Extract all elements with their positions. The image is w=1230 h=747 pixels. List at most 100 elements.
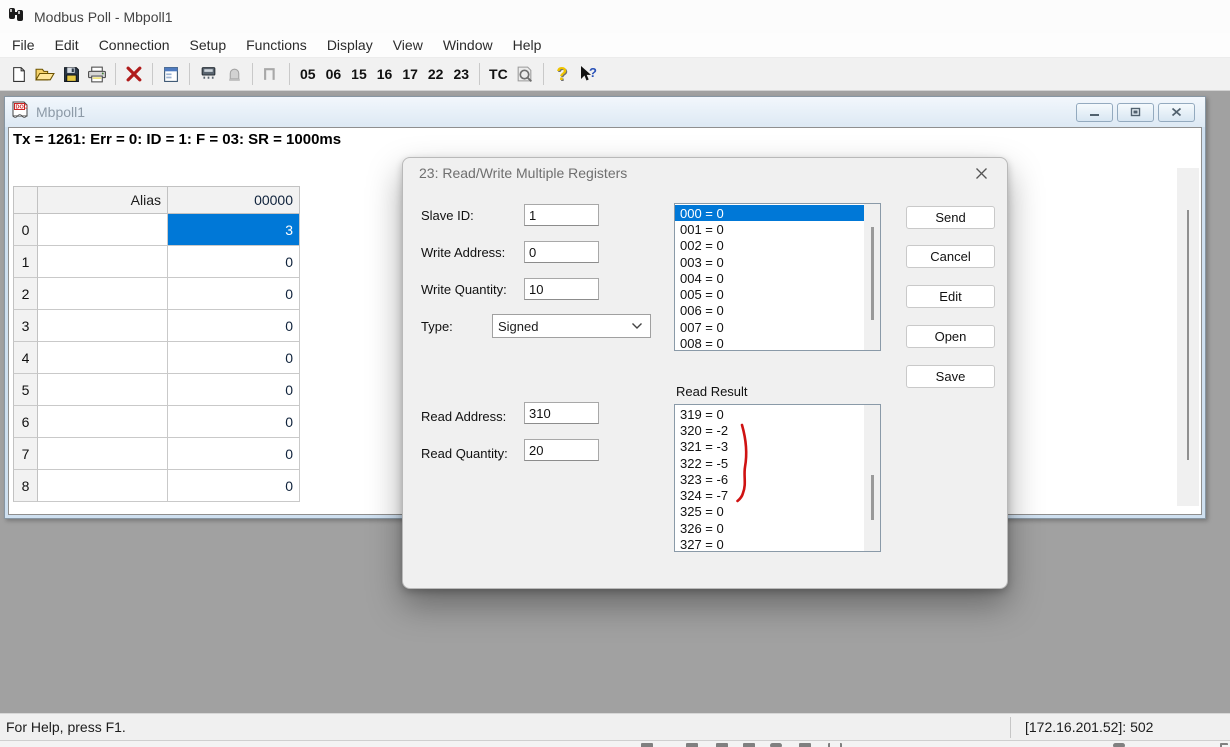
edit-button[interactable]: Edit [906, 285, 995, 308]
scrollbar-thumb[interactable] [871, 475, 874, 520]
function-button-05[interactable]: 05 [295, 66, 321, 82]
list-item[interactable]: 324 = -7 [675, 487, 864, 503]
write-quantity-input[interactable] [524, 278, 599, 300]
zoom-document-icon[interactable] [513, 61, 537, 87]
menu-item-functions[interactable]: Functions [236, 35, 317, 55]
scrollbar-thumb[interactable] [871, 227, 874, 320]
alias-cell[interactable] [38, 470, 168, 502]
write-values-listbox[interactable]: 000 = 0001 = 0002 = 0003 = 0004 = 0005 =… [674, 203, 881, 351]
alias-cell[interactable] [38, 342, 168, 374]
value-cell[interactable]: 3 [168, 214, 300, 246]
alias-cell[interactable] [38, 214, 168, 246]
context-help-icon[interactable]: ? [576, 61, 600, 87]
row-header[interactable]: 6 [13, 406, 38, 438]
value-cell[interactable]: 0 [168, 246, 300, 278]
window-setup-icon[interactable] [159, 61, 183, 87]
vertical-scrollbar[interactable] [1177, 168, 1199, 506]
list-item[interactable]: 319 = 0 [675, 406, 864, 422]
row-header[interactable]: 8 [13, 470, 38, 502]
restore-button[interactable] [1117, 103, 1154, 122]
value-cell[interactable]: 0 [168, 438, 300, 470]
alias-cell[interactable] [38, 374, 168, 406]
alias-cell[interactable] [38, 310, 168, 342]
list-item[interactable]: 321 = -3 [675, 439, 864, 455]
alias-cell[interactable] [38, 406, 168, 438]
save-button[interactable]: Save [906, 365, 995, 388]
alias-cell[interactable] [38, 438, 168, 470]
value-cell[interactable]: 0 [168, 374, 300, 406]
list-item[interactable]: 001 = 0 [675, 221, 864, 237]
list-item[interactable]: 005 = 0 [675, 286, 864, 302]
list-item[interactable]: 325 = 0 [675, 504, 864, 520]
list-item[interactable]: 322 = -5 [675, 455, 864, 471]
dialog-titlebar[interactable]: 23: Read/Write Multiple Registers [403, 158, 1007, 188]
row-header[interactable]: 2 [13, 278, 38, 310]
alias-cell[interactable] [38, 278, 168, 310]
slave-id-input[interactable] [524, 204, 599, 226]
type-dropdown[interactable]: Signed [492, 314, 651, 338]
dialog-close-icon[interactable] [971, 163, 991, 183]
list-item[interactable]: 004 = 0 [675, 270, 864, 286]
list-item[interactable]: 000 = 0 [675, 205, 864, 221]
menu-item-display[interactable]: Display [317, 35, 383, 55]
value-cell[interactable]: 0 [168, 406, 300, 438]
print-icon[interactable] [85, 61, 109, 87]
list-item[interactable]: 326 = 0 [675, 520, 864, 536]
open-folder-icon[interactable] [33, 61, 57, 87]
value-cell[interactable]: 0 [168, 310, 300, 342]
alias-column-header[interactable]: Alias [38, 186, 168, 214]
function-button-22[interactable]: 22 [423, 66, 449, 82]
cancel-button[interactable]: Cancel [906, 245, 995, 268]
table-row: 40 [13, 342, 300, 374]
read-address-input[interactable] [524, 402, 599, 424]
row-header[interactable]: 1 [13, 246, 38, 278]
list-item[interactable]: 327 = 0 [675, 536, 864, 552]
child-titlebar[interactable]: DOC Mbpoll1 [5, 97, 1205, 127]
read-quantity-input[interactable] [524, 439, 599, 461]
poll-definition-icon[interactable] [196, 61, 220, 87]
read-result-listbox[interactable]: 319 = 0320 = -2321 = -3322 = -5323 = -63… [674, 404, 881, 552]
row-header[interactable]: 5 [13, 374, 38, 406]
row-header[interactable]: 3 [13, 310, 38, 342]
write-address-input[interactable] [524, 241, 599, 263]
value-cell[interactable]: 0 [168, 470, 300, 502]
minimize-button[interactable] [1076, 103, 1113, 122]
list-item[interactable]: 007 = 0 [675, 319, 864, 335]
menu-item-connection[interactable]: Connection [89, 35, 180, 55]
new-document-icon[interactable] [7, 61, 31, 87]
value-cell[interactable]: 0 [168, 342, 300, 374]
row-header[interactable]: 7 [13, 438, 38, 470]
list-item[interactable]: 320 = -2 [675, 422, 864, 438]
about-icon[interactable]: ? [550, 61, 574, 87]
list-item[interactable]: 002 = 0 [675, 238, 864, 254]
menu-item-window[interactable]: Window [433, 35, 503, 55]
alias-cell[interactable] [38, 246, 168, 278]
menu-item-help[interactable]: Help [503, 35, 552, 55]
list-item[interactable]: 323 = -6 [675, 471, 864, 487]
value-cell[interactable]: 0 [168, 278, 300, 310]
function-button-06[interactable]: 06 [321, 66, 347, 82]
menu-item-view[interactable]: View [383, 35, 433, 55]
function-button-15[interactable]: 15 [346, 66, 372, 82]
menu-item-edit[interactable]: Edit [45, 35, 89, 55]
send-button[interactable]: Send [906, 206, 995, 229]
list-item[interactable]: 006 = 0 [675, 303, 864, 319]
close-button[interactable] [1158, 103, 1195, 122]
address-column-header[interactable]: 00000 [168, 186, 300, 214]
scrollbar-thumb[interactable] [1187, 210, 1189, 460]
menu-item-file[interactable]: File [2, 35, 45, 55]
function-button-16[interactable]: 16 [372, 66, 398, 82]
save-icon[interactable] [59, 61, 83, 87]
menu-item-setup[interactable]: Setup [180, 35, 237, 55]
disconnect-x-icon[interactable] [122, 61, 146, 87]
row-header[interactable]: 4 [13, 342, 38, 374]
open-button[interactable]: Open [906, 325, 995, 348]
row-header[interactable]: 0 [13, 214, 38, 246]
function-button-17[interactable]: 17 [397, 66, 423, 82]
list-item[interactable]: 003 = 0 [675, 254, 864, 270]
list-item[interactable]: 008 = 0 [675, 335, 864, 351]
test-center-button[interactable]: TC [485, 66, 512, 82]
function-button-23[interactable]: 23 [448, 66, 474, 82]
write-list-scrollbar[interactable] [864, 204, 880, 350]
read-list-scrollbar[interactable] [864, 405, 880, 551]
